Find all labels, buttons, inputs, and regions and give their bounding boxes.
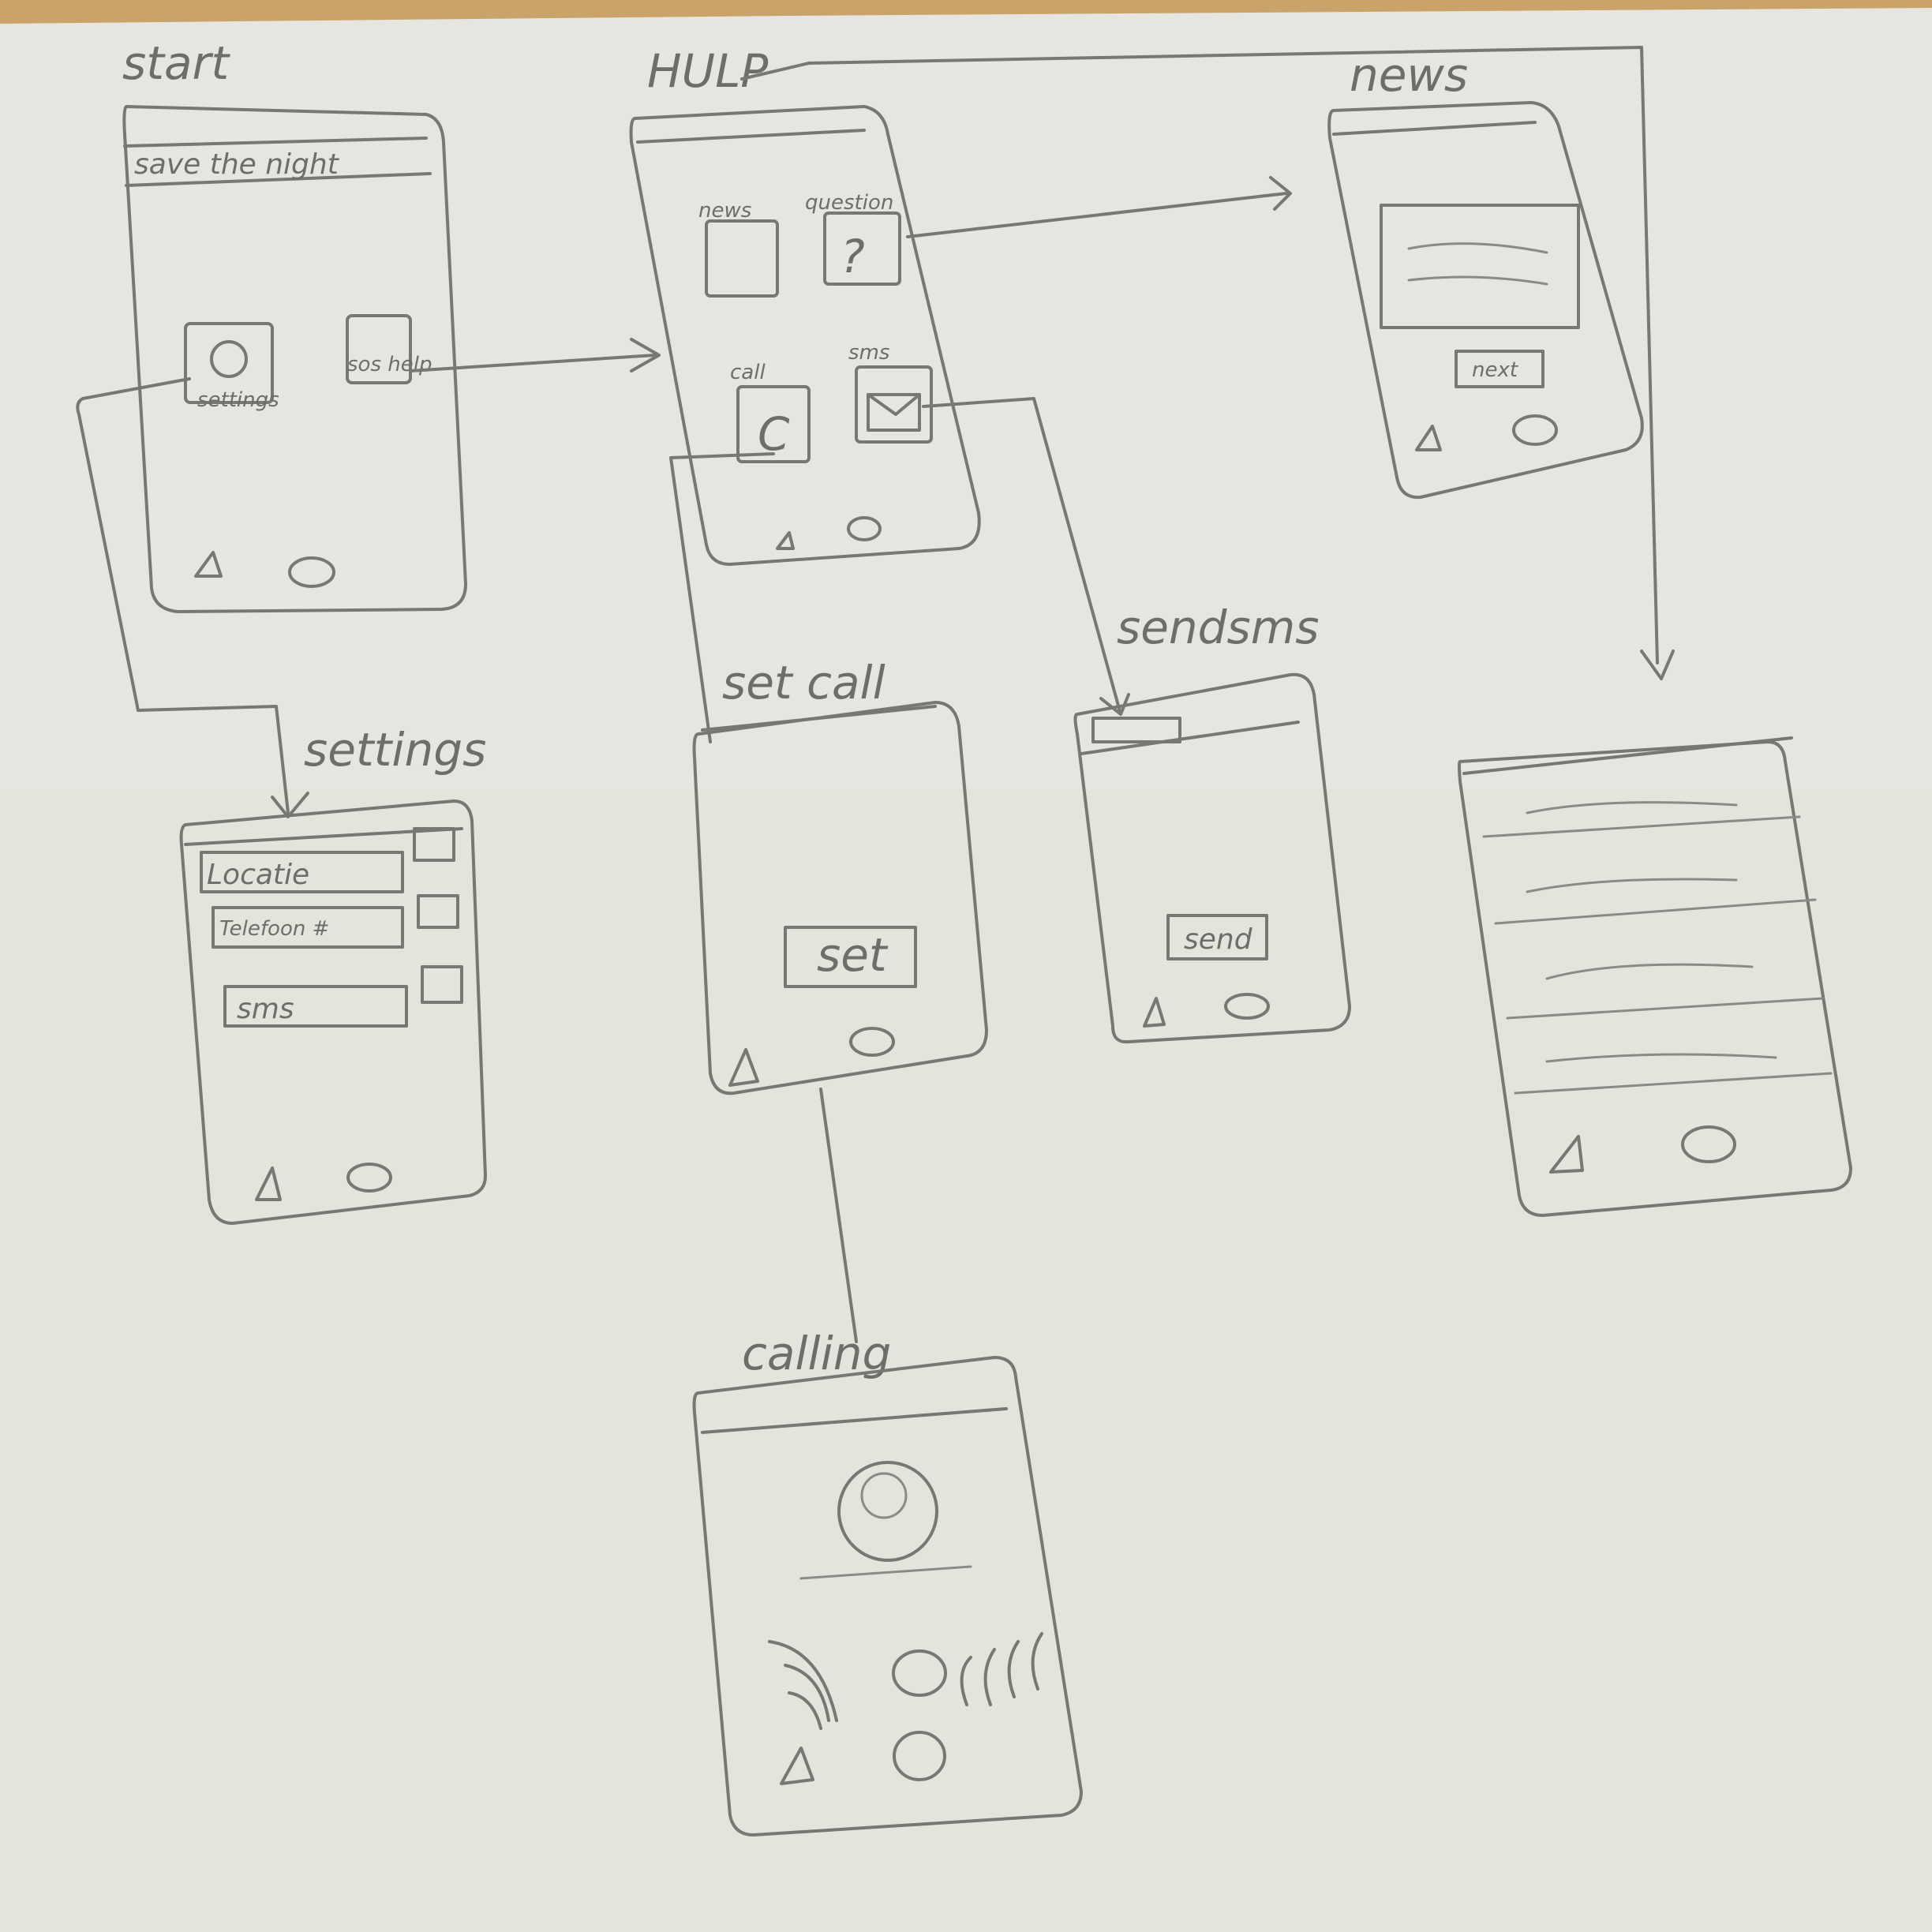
start-icon-settings: settings: [197, 388, 279, 412]
help-icon-call: call: [730, 361, 766, 384]
sendsms-button-label: send: [1184, 923, 1253, 956]
start-icon-sos: sos help: [347, 353, 432, 376]
start-header: save the night: [134, 148, 340, 181]
settings-field-sms: sms: [237, 993, 294, 1025]
screen-title-sendsms: sendsms: [1117, 601, 1319, 654]
wireframe-sketch: start save the night settings sos help H…: [0, 8, 1932, 1932]
settings-field-phone: Telefoon #: [219, 917, 329, 941]
screen-title-setcall: set call: [722, 656, 886, 710]
news-next-label: next: [1472, 358, 1518, 382]
help-icon-sms: sms: [848, 341, 889, 365]
screen-title-settings: settings: [304, 723, 486, 777]
screen-title-help: HULP: [647, 44, 768, 98]
screen-title-start: start: [122, 36, 230, 90]
question-mark: ?: [841, 230, 865, 283]
help-icon-question: question: [805, 191, 893, 215]
screen-title-news: news: [1350, 48, 1468, 102]
setcall-button-label: set: [817, 928, 889, 982]
help-icon-news: news: [698, 199, 751, 223]
settings-field-location: Locatie: [207, 859, 309, 891]
